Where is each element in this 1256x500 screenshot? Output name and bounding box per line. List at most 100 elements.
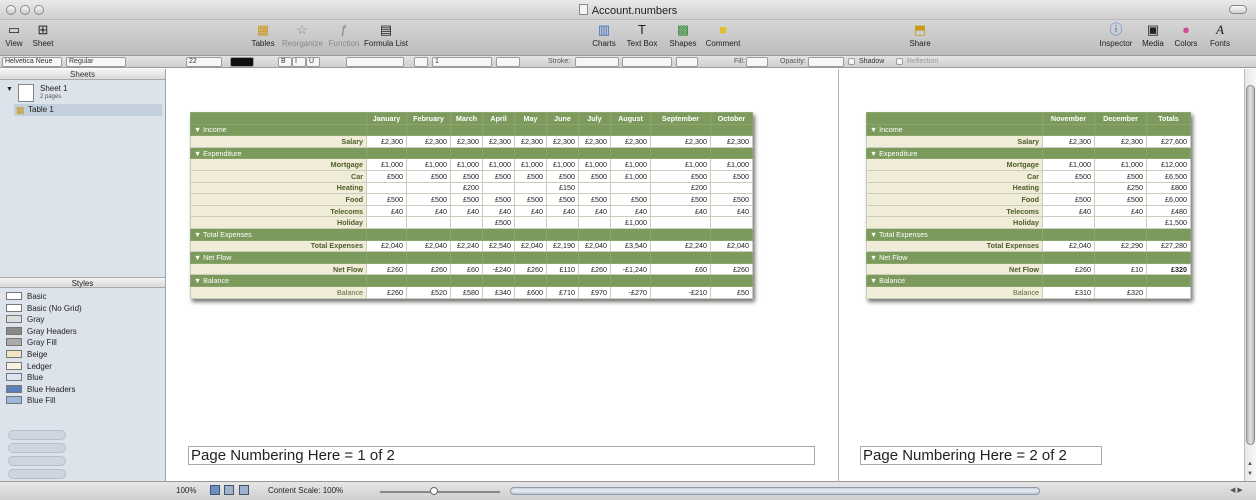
table-cell[interactable]: £500	[482, 193, 515, 206]
table-row[interactable]: Telecoms £40 £40 £480	[866, 204, 1191, 218]
table-cell[interactable]: £40	[514, 204, 547, 218]
table-cell[interactable]: £500	[406, 193, 451, 206]
category-cell[interactable]	[450, 123, 483, 137]
table-cell[interactable]: £1,000	[650, 158, 711, 171]
table-row[interactable]: Heating £200 £150 £200	[190, 181, 753, 195]
category-cell[interactable]	[1042, 146, 1095, 160]
category-label[interactable]: ▼ Income	[866, 123, 1043, 137]
row-label[interactable]: Salary	[866, 135, 1043, 148]
table-cell[interactable]: £500	[366, 169, 407, 183]
table-cell[interactable]	[710, 216, 753, 229]
zoom-select[interactable]: 100%	[176, 486, 196, 495]
table-cell[interactable]: £970	[578, 285, 611, 299]
table-cell[interactable]: £2,290	[1094, 239, 1147, 253]
category-cell[interactable]	[366, 123, 407, 137]
category-row[interactable]: ▼ Net Flow	[190, 251, 753, 264]
category-cell[interactable]	[650, 123, 711, 137]
table-cell[interactable]	[1042, 216, 1095, 229]
vertical-scroll-thumb[interactable]	[1246, 85, 1255, 445]
category-cell[interactable]	[366, 146, 407, 160]
row-label[interactable]: Holiday	[866, 216, 1043, 229]
category-cell[interactable]	[450, 227, 483, 241]
function-button[interactable]: ƒ Function	[328, 23, 360, 49]
category-label[interactable]: ▼ Expenditure	[190, 146, 367, 160]
category-cell[interactable]	[366, 274, 407, 287]
table-cell[interactable]: £110	[546, 262, 579, 276]
category-row[interactable]: ▼ Total Expenses	[190, 227, 753, 241]
shadow-checkbox[interactable]	[848, 58, 855, 65]
table-cell[interactable]	[1094, 216, 1147, 229]
table-cell[interactable]: £1,000	[546, 158, 579, 171]
category-cell[interactable]	[710, 227, 753, 241]
line-spacing-field[interactable]: 1	[432, 57, 492, 67]
table-cell[interactable]: £6,500	[1146, 169, 1191, 183]
row-label[interactable]: Holiday	[190, 216, 367, 229]
table-row[interactable]: Food £500 £500 £6,000	[866, 193, 1191, 206]
content-scale-slider[interactable]	[380, 491, 500, 493]
row-label[interactable]: Total Expenses	[190, 239, 367, 253]
scroll-left-right-arrows-icon[interactable]: ◀ ▶	[1230, 486, 1243, 494]
category-cell[interactable]	[482, 274, 515, 287]
table-cell[interactable]: £2,300	[514, 135, 547, 148]
table-cell[interactable]	[1146, 285, 1191, 299]
table-cell[interactable]: £2,300	[546, 135, 579, 148]
font-family-select[interactable]: Helvetica Neue	[2, 57, 62, 67]
column-header[interactable]: July	[578, 112, 611, 125]
bold-button[interactable]: B	[278, 57, 292, 67]
table-row[interactable]: Holiday £1,500	[866, 216, 1191, 229]
category-row[interactable]: ▼ Expenditure	[190, 146, 753, 160]
table-cell[interactable]: £2,300	[406, 135, 451, 148]
row-label[interactable]: Car	[866, 169, 1043, 183]
table-cell[interactable]: £2,300	[1094, 135, 1147, 148]
column-header[interactable]: March	[450, 112, 483, 125]
table-cell[interactable]: £1,000	[710, 158, 753, 171]
category-cell[interactable]	[1146, 146, 1191, 160]
table-cell[interactable]: £1,000	[1094, 158, 1147, 171]
layout-view-icon[interactable]	[239, 485, 249, 495]
table-cell[interactable]: £2,300	[1042, 135, 1095, 148]
table-cell[interactable]: £2,040	[578, 239, 611, 253]
category-cell[interactable]	[406, 251, 451, 264]
media-button[interactable]: ▣ Media	[1138, 23, 1168, 49]
table-cell[interactable]: £520	[406, 285, 451, 299]
table-row[interactable]: Balance £310 £320	[866, 285, 1191, 299]
table-cell[interactable]: £1,000	[482, 158, 515, 171]
table-cell[interactable]: -£270	[610, 285, 651, 299]
category-cell[interactable]	[514, 146, 547, 160]
table-row[interactable]: Heating £250 £800	[866, 181, 1191, 195]
table-cell[interactable]	[366, 181, 407, 195]
reflection-checkbox[interactable]	[896, 58, 903, 65]
table-cell[interactable]: £580	[450, 285, 483, 299]
sidebar-button-3[interactable]	[8, 456, 66, 466]
share-button[interactable]: ⬒ Share	[906, 23, 934, 49]
category-cell[interactable]	[650, 227, 711, 241]
table-cell[interactable]: £27,600	[1146, 135, 1191, 148]
table-cell[interactable]	[578, 216, 611, 229]
page-number-footer-1[interactable]: Page Numbering Here = 1 of 2	[188, 446, 815, 465]
category-row[interactable]: ▼ Net Flow	[866, 251, 1191, 264]
category-cell[interactable]	[1094, 123, 1147, 137]
table-cell[interactable]: £500	[1042, 193, 1095, 206]
row-label[interactable]: Heating	[866, 181, 1043, 195]
charts-button[interactable]: ▥ Charts	[590, 23, 618, 49]
category-cell[interactable]	[1146, 274, 1191, 287]
table-cell[interactable]	[482, 181, 515, 195]
sheet-canvas[interactable]: January February March April May June July Augu…	[166, 69, 1244, 481]
category-row[interactable]: ▼ Expenditure	[866, 146, 1191, 160]
tables-button[interactable]: ▦ Tables	[250, 23, 276, 49]
category-cell[interactable]	[366, 227, 407, 241]
table-cell[interactable]	[514, 181, 547, 195]
category-cell[interactable]	[1094, 146, 1147, 160]
table-cell[interactable]: £1,000	[610, 158, 651, 171]
category-cell[interactable]	[578, 227, 611, 241]
category-cell[interactable]	[514, 123, 547, 137]
category-cell[interactable]	[1042, 123, 1095, 137]
reorganize-button[interactable]: ☆ Reorganize	[282, 23, 323, 49]
category-cell[interactable]	[650, 146, 711, 160]
category-cell[interactable]	[578, 274, 611, 287]
table-cell[interactable]: £2,190	[546, 239, 579, 253]
table-cell[interactable]: -£1,240	[610, 262, 651, 276]
table-cell[interactable]: £320	[1094, 285, 1147, 299]
table-cell[interactable]	[450, 216, 483, 229]
table-cell[interactable]: £340	[482, 285, 515, 299]
